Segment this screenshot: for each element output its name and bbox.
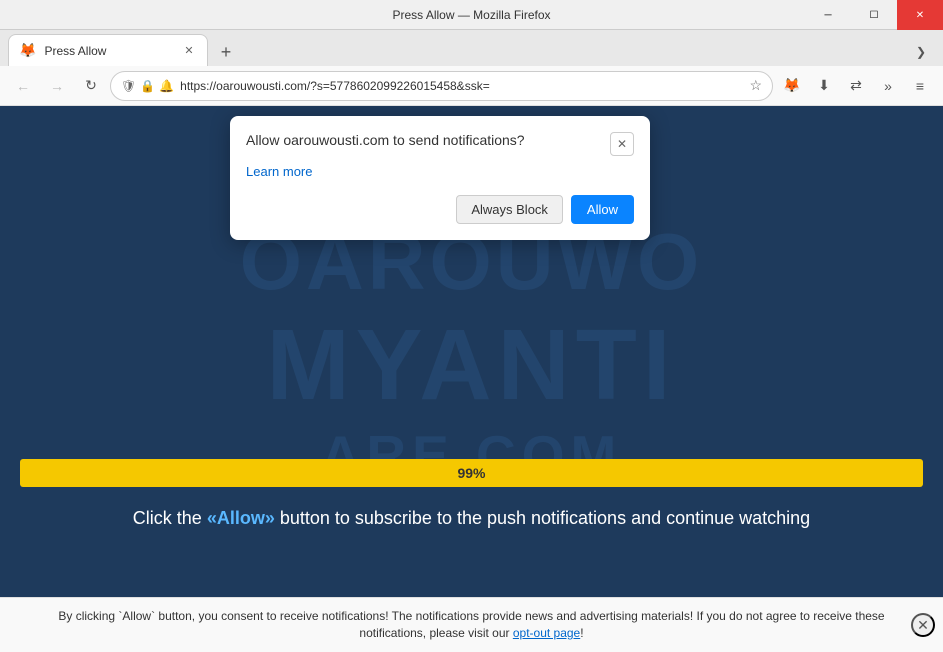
window-controls: ─ ☐ ✕ [805,0,943,30]
bookmark-icon[interactable]: ☆ [749,77,762,94]
dialog-title: Allow oarouwousti.com to send notificati… [246,132,610,148]
extensions-button[interactable]: » [873,71,903,101]
minimize-button[interactable]: ─ [805,0,851,30]
bottom-notification-bar: By clicking `Allow` button, you consent … [0,597,943,652]
tab-overflow-button[interactable]: ❯ [907,38,935,66]
dialog-header: Allow oarouwousti.com to send notificati… [246,132,634,156]
bottom-bar-text: By clicking `Allow` button, you consent … [40,608,903,642]
title-bar: Press Allow — Mozilla Firefox ─ ☐ ✕ [0,0,943,30]
forward-button[interactable]: → [42,71,72,101]
menu-button[interactable]: ≡ [905,71,935,101]
close-button[interactable]: ✕ [897,0,943,30]
tab-close-button[interactable]: ✕ [181,43,197,59]
tab-icon: 🦊 [19,42,36,59]
navigation-bar: ← → ↻ 🛡 🔒 🔔 https://oarouwousti.com/?s=5… [0,66,943,106]
notification-permission-dialog: Allow oarouwousti.com to send notificati… [230,116,650,240]
new-tab-button[interactable]: + [212,38,240,66]
address-bar[interactable]: 🛡 🔒 🔔 https://oarouwousti.com/?s=5778602… [110,71,773,101]
opt-out-link[interactable]: opt-out page [513,626,580,640]
always-block-button[interactable]: Always Block [456,195,563,224]
dialog-close-button[interactable]: ✕ [610,132,634,156]
pocket-button[interactable]: 🦊 [777,71,807,101]
progress-bar: 99% [20,459,923,487]
lock-icon: 🔒 [140,79,155,93]
content-description: Click the «Allow» button to subscribe to… [0,508,943,529]
shield-icon: 🛡 [121,79,136,93]
bottom-bar-suffix: ! [580,626,583,640]
window-title: Press Allow — Mozilla Firefox [392,8,550,22]
sync-button[interactable]: ⇄ [841,71,871,101]
progress-container: 99% [20,459,923,487]
address-icons: 🛡 🔒 🔔 [121,79,174,93]
dialog-buttons: Always Block Allow [246,195,634,224]
bottom-bar-close-button[interactable]: ✕ [911,613,935,637]
tab-bar: 🦊 Press Allow ✕ + ❯ [0,30,943,66]
bottom-bar-prefix: By clicking `Allow` button, you consent … [58,609,884,640]
allow-text-highlight: «Allow» [207,508,275,528]
maximize-button[interactable]: ☐ [851,0,897,30]
active-tab[interactable]: 🦊 Press Allow ✕ [8,34,208,66]
notification-bell-icon: 🔔 [159,79,174,93]
progress-value: 99% [457,465,485,481]
address-text: https://oarouwousti.com/?s=5778602099226… [180,79,743,93]
watermark-line2: MYANTI [266,308,676,423]
browser-content: OAROUWO MYANTI ARE.COM Allow oarouwousti… [0,106,943,597]
back-button[interactable]: ← [8,71,38,101]
reload-button[interactable]: ↻ [76,71,106,101]
download-button[interactable]: ⬇ [809,71,839,101]
learn-more-link[interactable]: Learn more [246,164,634,179]
nav-right-icons: 🦊 ⬇ ⇄ » ≡ [777,71,935,101]
allow-button[interactable]: Allow [571,195,634,224]
tab-label: Press Allow [44,44,173,58]
